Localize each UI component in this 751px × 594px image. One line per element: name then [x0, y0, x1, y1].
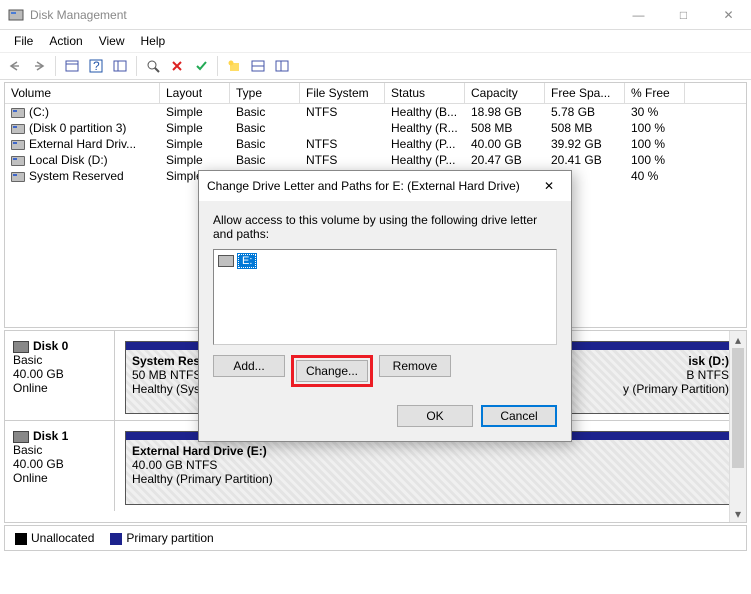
- disk-1-size: 40.00 GB: [13, 457, 106, 471]
- disk-1-type: Basic: [13, 443, 106, 457]
- col-fs[interactable]: File System: [300, 83, 385, 103]
- legend-unallocated: Unallocated: [15, 531, 94, 545]
- scroll-down-icon[interactable]: ▾: [730, 505, 746, 522]
- volume-row[interactable]: (C:)SimpleBasicNTFSHealthy (B...18.98 GB…: [5, 104, 746, 120]
- change-letter-dialog: Change Drive Letter and Paths for E: (Ex…: [198, 170, 572, 442]
- help-icon[interactable]: ?: [85, 55, 107, 77]
- svg-text:?: ?: [93, 59, 100, 73]
- dialog-instruction: Allow access to this volume by using the…: [213, 213, 557, 241]
- disk-0-info[interactable]: Disk 0 Basic 40.00 GB Online: [5, 331, 115, 420]
- volume-row[interactable]: Local Disk (D:)SimpleBasicNTFSHealthy (P…: [5, 152, 746, 168]
- close-button[interactable]: ✕: [706, 0, 751, 30]
- col-type[interactable]: Type: [230, 83, 300, 103]
- volume-icon: [11, 124, 25, 134]
- back-button[interactable]: [4, 55, 26, 77]
- drive-paths-listbox[interactable]: E:: [213, 249, 557, 345]
- drive-path-item[interactable]: E:: [218, 254, 552, 268]
- col-free[interactable]: Free Spa...: [545, 83, 625, 103]
- col-status[interactable]: Status: [385, 83, 465, 103]
- disk-icon: [13, 341, 29, 353]
- partition-system-reserved[interactable]: System Res 50 MB NTFS Healthy (Sys: [125, 341, 209, 414]
- drive-icon: [218, 255, 234, 267]
- volume-header: Volume Layout Type File System Status Ca…: [5, 83, 746, 104]
- disk-1-title: Disk 1: [33, 429, 68, 443]
- menu-file[interactable]: File: [6, 32, 41, 50]
- col-capacity[interactable]: Capacity: [465, 83, 545, 103]
- cancel-button[interactable]: Cancel: [481, 405, 557, 427]
- check-icon[interactable]: [190, 55, 212, 77]
- volume-row[interactable]: External Hard Driv...SimpleBasicNTFSHeal…: [5, 136, 746, 152]
- menu-help[interactable]: Help: [133, 32, 174, 50]
- disk-scrollbar[interactable]: ▴ ▾: [729, 331, 746, 522]
- menu-view[interactable]: View: [91, 32, 133, 50]
- app-icon: [8, 7, 24, 23]
- part-name: System Res: [132, 354, 202, 368]
- disk-0-status: Online: [13, 381, 106, 395]
- disk-1-info[interactable]: Disk 1 Basic 40.00 GB Online: [5, 421, 115, 511]
- settings-icon[interactable]: [109, 55, 131, 77]
- col-pct[interactable]: % Free: [625, 83, 685, 103]
- menu-action[interactable]: Action: [41, 32, 90, 50]
- part-size: 50 MB NTFS: [132, 368, 202, 382]
- minimize-button[interactable]: —: [616, 0, 661, 30]
- volume-icon: [11, 156, 25, 166]
- ok-button[interactable]: OK: [397, 405, 473, 427]
- disk-detail-icon[interactable]: [271, 55, 293, 77]
- scroll-thumb[interactable]: [732, 348, 744, 468]
- disk-0-size: 40.00 GB: [13, 367, 106, 381]
- legend: Unallocated Primary partition: [4, 525, 747, 551]
- forward-button[interactable]: [28, 55, 50, 77]
- delete-icon[interactable]: [166, 55, 188, 77]
- search-icon[interactable]: [142, 55, 164, 77]
- titlebar: Disk Management — □ ✕: [0, 0, 751, 30]
- remove-button[interactable]: Remove: [379, 355, 451, 377]
- col-volume[interactable]: Volume: [5, 83, 160, 103]
- volume-icon: [11, 172, 25, 182]
- col-layout[interactable]: Layout: [160, 83, 230, 103]
- legend-primary: Primary partition: [110, 531, 213, 545]
- disk-1-status: Online: [13, 471, 106, 485]
- scroll-up-icon[interactable]: ▴: [730, 331, 746, 348]
- volume-icon: [11, 108, 25, 118]
- volume-row[interactable]: (Disk 0 partition 3)SimpleBasicHealthy (…: [5, 120, 746, 136]
- part-e-name: External Hard Drive (E:): [132, 444, 729, 458]
- toolbar: ?: [0, 52, 751, 80]
- volume-icon: [11, 140, 25, 150]
- new-vol-icon[interactable]: [223, 55, 245, 77]
- change-button[interactable]: Change...: [296, 360, 368, 382]
- disk-0-type: Basic: [13, 353, 106, 367]
- disk-0-title: Disk 0: [33, 339, 68, 353]
- view-pane-icon[interactable]: [61, 55, 83, 77]
- window-title: Disk Management: [30, 8, 616, 22]
- dialog-titlebar: Change Drive Letter and Paths for E: (Ex…: [199, 171, 571, 201]
- part-e-size: 40.00 GB NTFS: [132, 458, 729, 472]
- add-button[interactable]: Add...: [213, 355, 285, 377]
- part-health: Healthy (Sys: [132, 382, 202, 396]
- dialog-title: Change Drive Letter and Paths for E: (Ex…: [207, 179, 535, 193]
- drive-letter-label: E:: [238, 254, 256, 268]
- disk-icon: [13, 431, 29, 443]
- change-highlight: Change...: [291, 355, 373, 387]
- maximize-button[interactable]: □: [661, 0, 706, 30]
- partition-external[interactable]: External Hard Drive (E:) 40.00 GB NTFS H…: [125, 431, 736, 505]
- menubar: File Action View Help: [0, 30, 751, 52]
- part-e-health: Healthy (Primary Partition): [132, 472, 729, 486]
- disk-list-icon[interactable]: [247, 55, 269, 77]
- dialog-close-button[interactable]: ✕: [535, 175, 563, 197]
